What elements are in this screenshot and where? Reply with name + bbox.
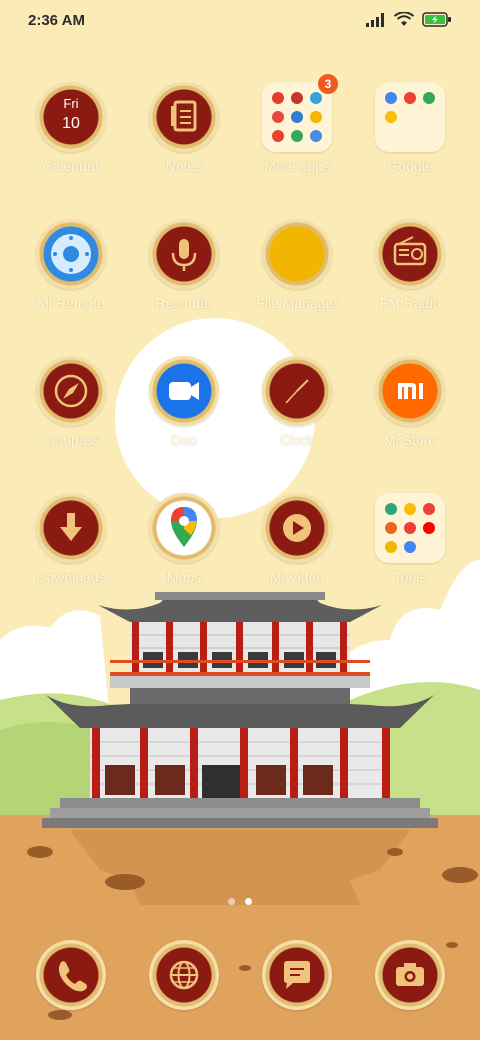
app-mi-remote[interactable]: Mi Remote — [15, 219, 127, 311]
calendar-date: 10 — [62, 115, 80, 132]
folder-more-apps[interactable]: 3 More apps — [241, 74, 353, 174]
camera-icon — [375, 940, 445, 1010]
battery-charging-icon — [422, 12, 451, 27]
signal-icon — [366, 12, 384, 27]
mi-remote-icon — [36, 219, 106, 289]
download-icon — [36, 493, 106, 563]
app-label: Clock — [279, 432, 315, 448]
folder-tools[interactable]: Tools — [354, 493, 466, 585]
folder-icon: 3 — [262, 74, 338, 152]
page-dot-2[interactable] — [245, 898, 252, 905]
app-label: FM Radio — [379, 295, 441, 311]
app-label: More apps — [263, 158, 331, 174]
app-label: Duo — [171, 432, 197, 448]
app-fm-radio[interactable]: FM Radio — [354, 219, 466, 311]
status-icons — [366, 12, 452, 27]
mi-store-icon — [375, 356, 445, 426]
app-label: Recorder — [155, 295, 213, 311]
app-label: Mi Remote — [37, 295, 105, 311]
app-file-manager[interactable]: File Manager — [241, 219, 353, 311]
browser-icon — [149, 940, 219, 1010]
compass-icon — [36, 356, 106, 426]
folder-google[interactable]: Google — [354, 82, 466, 174]
dock-phone[interactable] — [15, 940, 127, 1010]
microphone-icon — [149, 219, 219, 289]
app-label: Tools — [393, 569, 427, 585]
dock-browser[interactable] — [128, 940, 240, 1010]
notes-icon — [149, 82, 219, 152]
calendar-day: Fri — [63, 96, 79, 111]
folder-file-icon — [262, 219, 332, 289]
app-mi-store[interactable]: Mi Store — [354, 356, 466, 448]
page-indicator — [228, 898, 252, 905]
app-maps[interactable]: Maps — [128, 493, 240, 585]
app-compass[interactable]: Compass — [15, 356, 127, 448]
app-calendar[interactable]: Fri 10 Calendar — [15, 82, 127, 174]
map-pin-icon — [149, 493, 219, 563]
calendar-icon: Fri 10 — [36, 82, 106, 152]
app-label: File Manager — [256, 295, 338, 311]
app-label: Mi Video — [269, 569, 325, 585]
app-label: Google — [387, 158, 433, 174]
app-label: Mi Store — [383, 432, 437, 448]
app-notes[interactable]: Notes — [128, 82, 240, 174]
wifi-icon — [394, 12, 414, 26]
folder-icon — [375, 493, 445, 563]
app-clock[interactable]: Clock — [241, 356, 353, 448]
status-bar: 2:36 AM — [0, 0, 480, 44]
notification-badge: 3 — [318, 74, 338, 94]
radio-icon — [375, 219, 445, 289]
app-duo[interactable]: Duo — [128, 356, 240, 448]
folder-icon — [375, 82, 445, 152]
app-label: Calendar — [42, 158, 100, 174]
app-recorder[interactable]: Recorder — [128, 219, 240, 311]
app-label: Downloads — [36, 569, 106, 585]
app-mi-video[interactable]: Mi Video — [241, 493, 353, 585]
app-label: Notes — [165, 158, 203, 174]
app-downloads[interactable]: Downloads — [15, 493, 127, 585]
messages-icon — [262, 940, 332, 1010]
dock-camera[interactable] — [354, 940, 466, 1010]
page-dot-1[interactable] — [228, 898, 235, 905]
phone-icon — [36, 940, 106, 1010]
app-label: Maps — [166, 569, 202, 585]
play-icon — [262, 493, 332, 563]
video-camera-icon — [149, 356, 219, 426]
app-label: Compass — [41, 432, 101, 448]
dock — [0, 940, 480, 1010]
dock-messages[interactable] — [241, 940, 353, 1010]
home-screen-app-grid: Fri 10 Calendar Notes 3 More apps Google… — [0, 0, 480, 600]
status-time: 2:36 AM — [28, 12, 85, 29]
clock-icon — [262, 356, 332, 426]
